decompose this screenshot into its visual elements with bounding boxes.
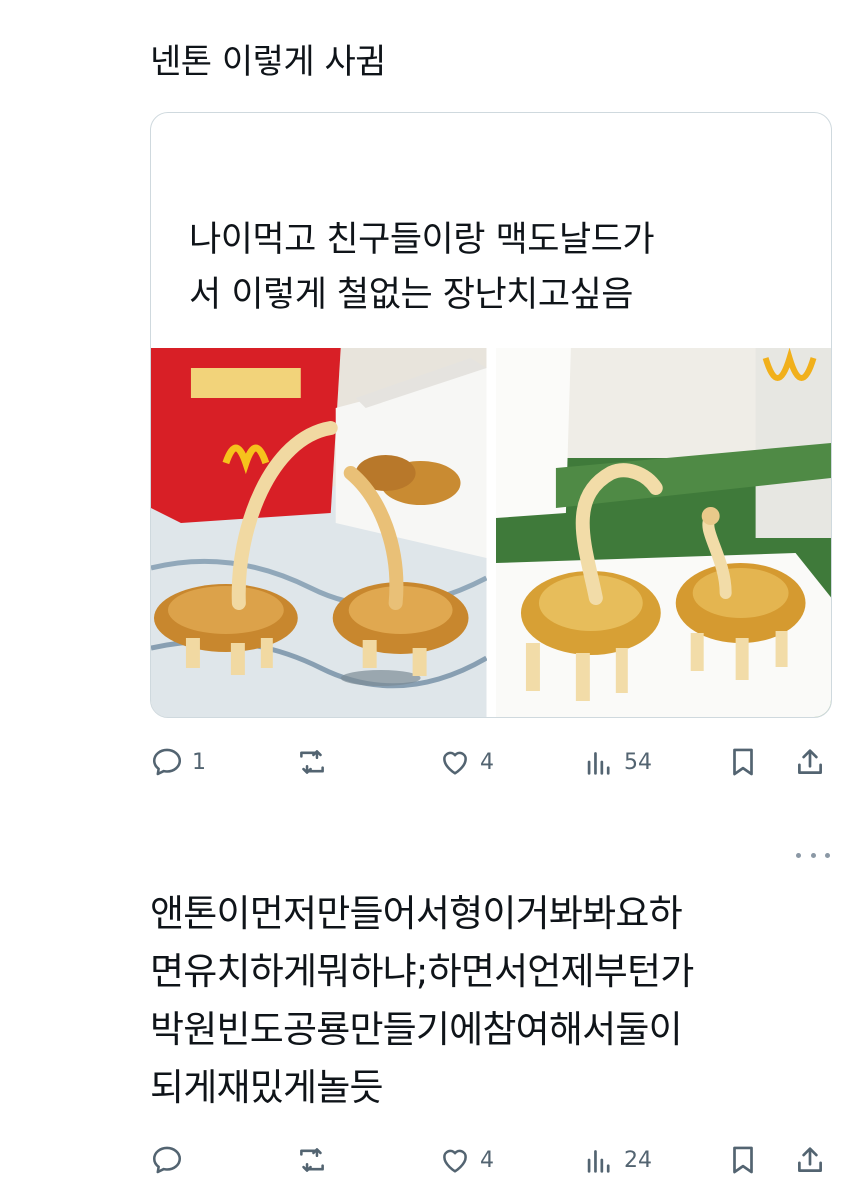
bookmark-button[interactable]	[726, 1140, 760, 1180]
reply-text-line: 되게재밌게놀듯	[150, 1066, 383, 1109]
repost-icon	[300, 750, 324, 774]
reply-text: 앤톤이먼저만들어서형이거봐봐요하 면유치하게뭐하냐;하면서언제부턴가 박원빈도공…	[150, 885, 810, 1117]
views-icon	[587, 752, 610, 775]
like-icon	[443, 751, 467, 775]
bookmark-icon	[733, 748, 753, 776]
quoted-post-media	[151, 348, 831, 717]
like-button[interactable]: 4	[438, 1140, 494, 1180]
reply-button[interactable]: 1	[150, 742, 206, 782]
repost-icon	[300, 1148, 324, 1172]
photo-nugget-dinosaurs-tray-image	[495, 348, 831, 717]
bookmark-icon	[733, 1146, 753, 1174]
repost-button[interactable]	[295, 1140, 337, 1180]
more-icon[interactable]	[796, 845, 830, 865]
views-count: 24	[624, 1147, 652, 1173]
quoted-post-text-line: 나이먹고 친구들이랑 맥도날드가	[189, 220, 655, 260]
reply-action-bar: 4 24	[150, 1140, 830, 1180]
reply-button[interactable]	[150, 1140, 192, 1180]
views-button[interactable]: 54	[582, 742, 652, 782]
photo-nugget-dinosaurs-table[interactable]	[151, 348, 487, 717]
quoted-post-text-line: 서 이렇게 철없는 장난치고싶음	[189, 275, 633, 315]
bookmark-button[interactable]	[726, 742, 760, 782]
quoted-post-card[interactable]: 나이먹고 친구들이랑 맥도날드가 서 이렇게 철없는 장난치고싶음	[150, 112, 832, 718]
post-text: 넨톤 이렇게 사귐	[150, 42, 387, 82]
views-count: 54	[624, 749, 652, 775]
more-icon-dot	[810, 852, 816, 858]
share-button[interactable]	[793, 1140, 827, 1180]
views-button[interactable]: 24	[582, 1140, 652, 1180]
like-count: 4	[480, 1147, 494, 1173]
photo-nugget-dinosaurs-table-image	[151, 348, 487, 717]
like-icon	[443, 1149, 467, 1173]
quoted-post-text: 나이먹고 친구들이랑 맥도날드가 서 이렇게 철없는 장난치고싶음	[189, 213, 809, 323]
photo-nugget-dinosaurs-tray[interactable]	[495, 348, 831, 717]
reply-text-line: 박원빈도공룡만들기에참여해서둘이	[150, 1008, 683, 1051]
like-count: 4	[480, 749, 494, 775]
like-button[interactable]: 4	[438, 742, 494, 782]
reply-text-line: 앤톤이먼저만들어서형이거봐봐요하	[150, 892, 683, 935]
reply-icon	[152, 1146, 182, 1174]
post-action-bar: 1 4 54	[150, 742, 830, 782]
reply-count: 1	[192, 749, 206, 775]
share-icon	[798, 749, 822, 774]
reply-icon	[152, 748, 182, 776]
share-icon	[798, 1147, 822, 1172]
repost-button[interactable]	[295, 742, 337, 782]
share-button[interactable]	[793, 742, 827, 782]
reply-text-line: 면유치하게뭐하냐;하면서언제부턴가	[150, 950, 694, 993]
views-icon	[587, 1150, 610, 1173]
more-icon-dot	[825, 852, 830, 858]
more-icon-dot	[796, 852, 801, 858]
